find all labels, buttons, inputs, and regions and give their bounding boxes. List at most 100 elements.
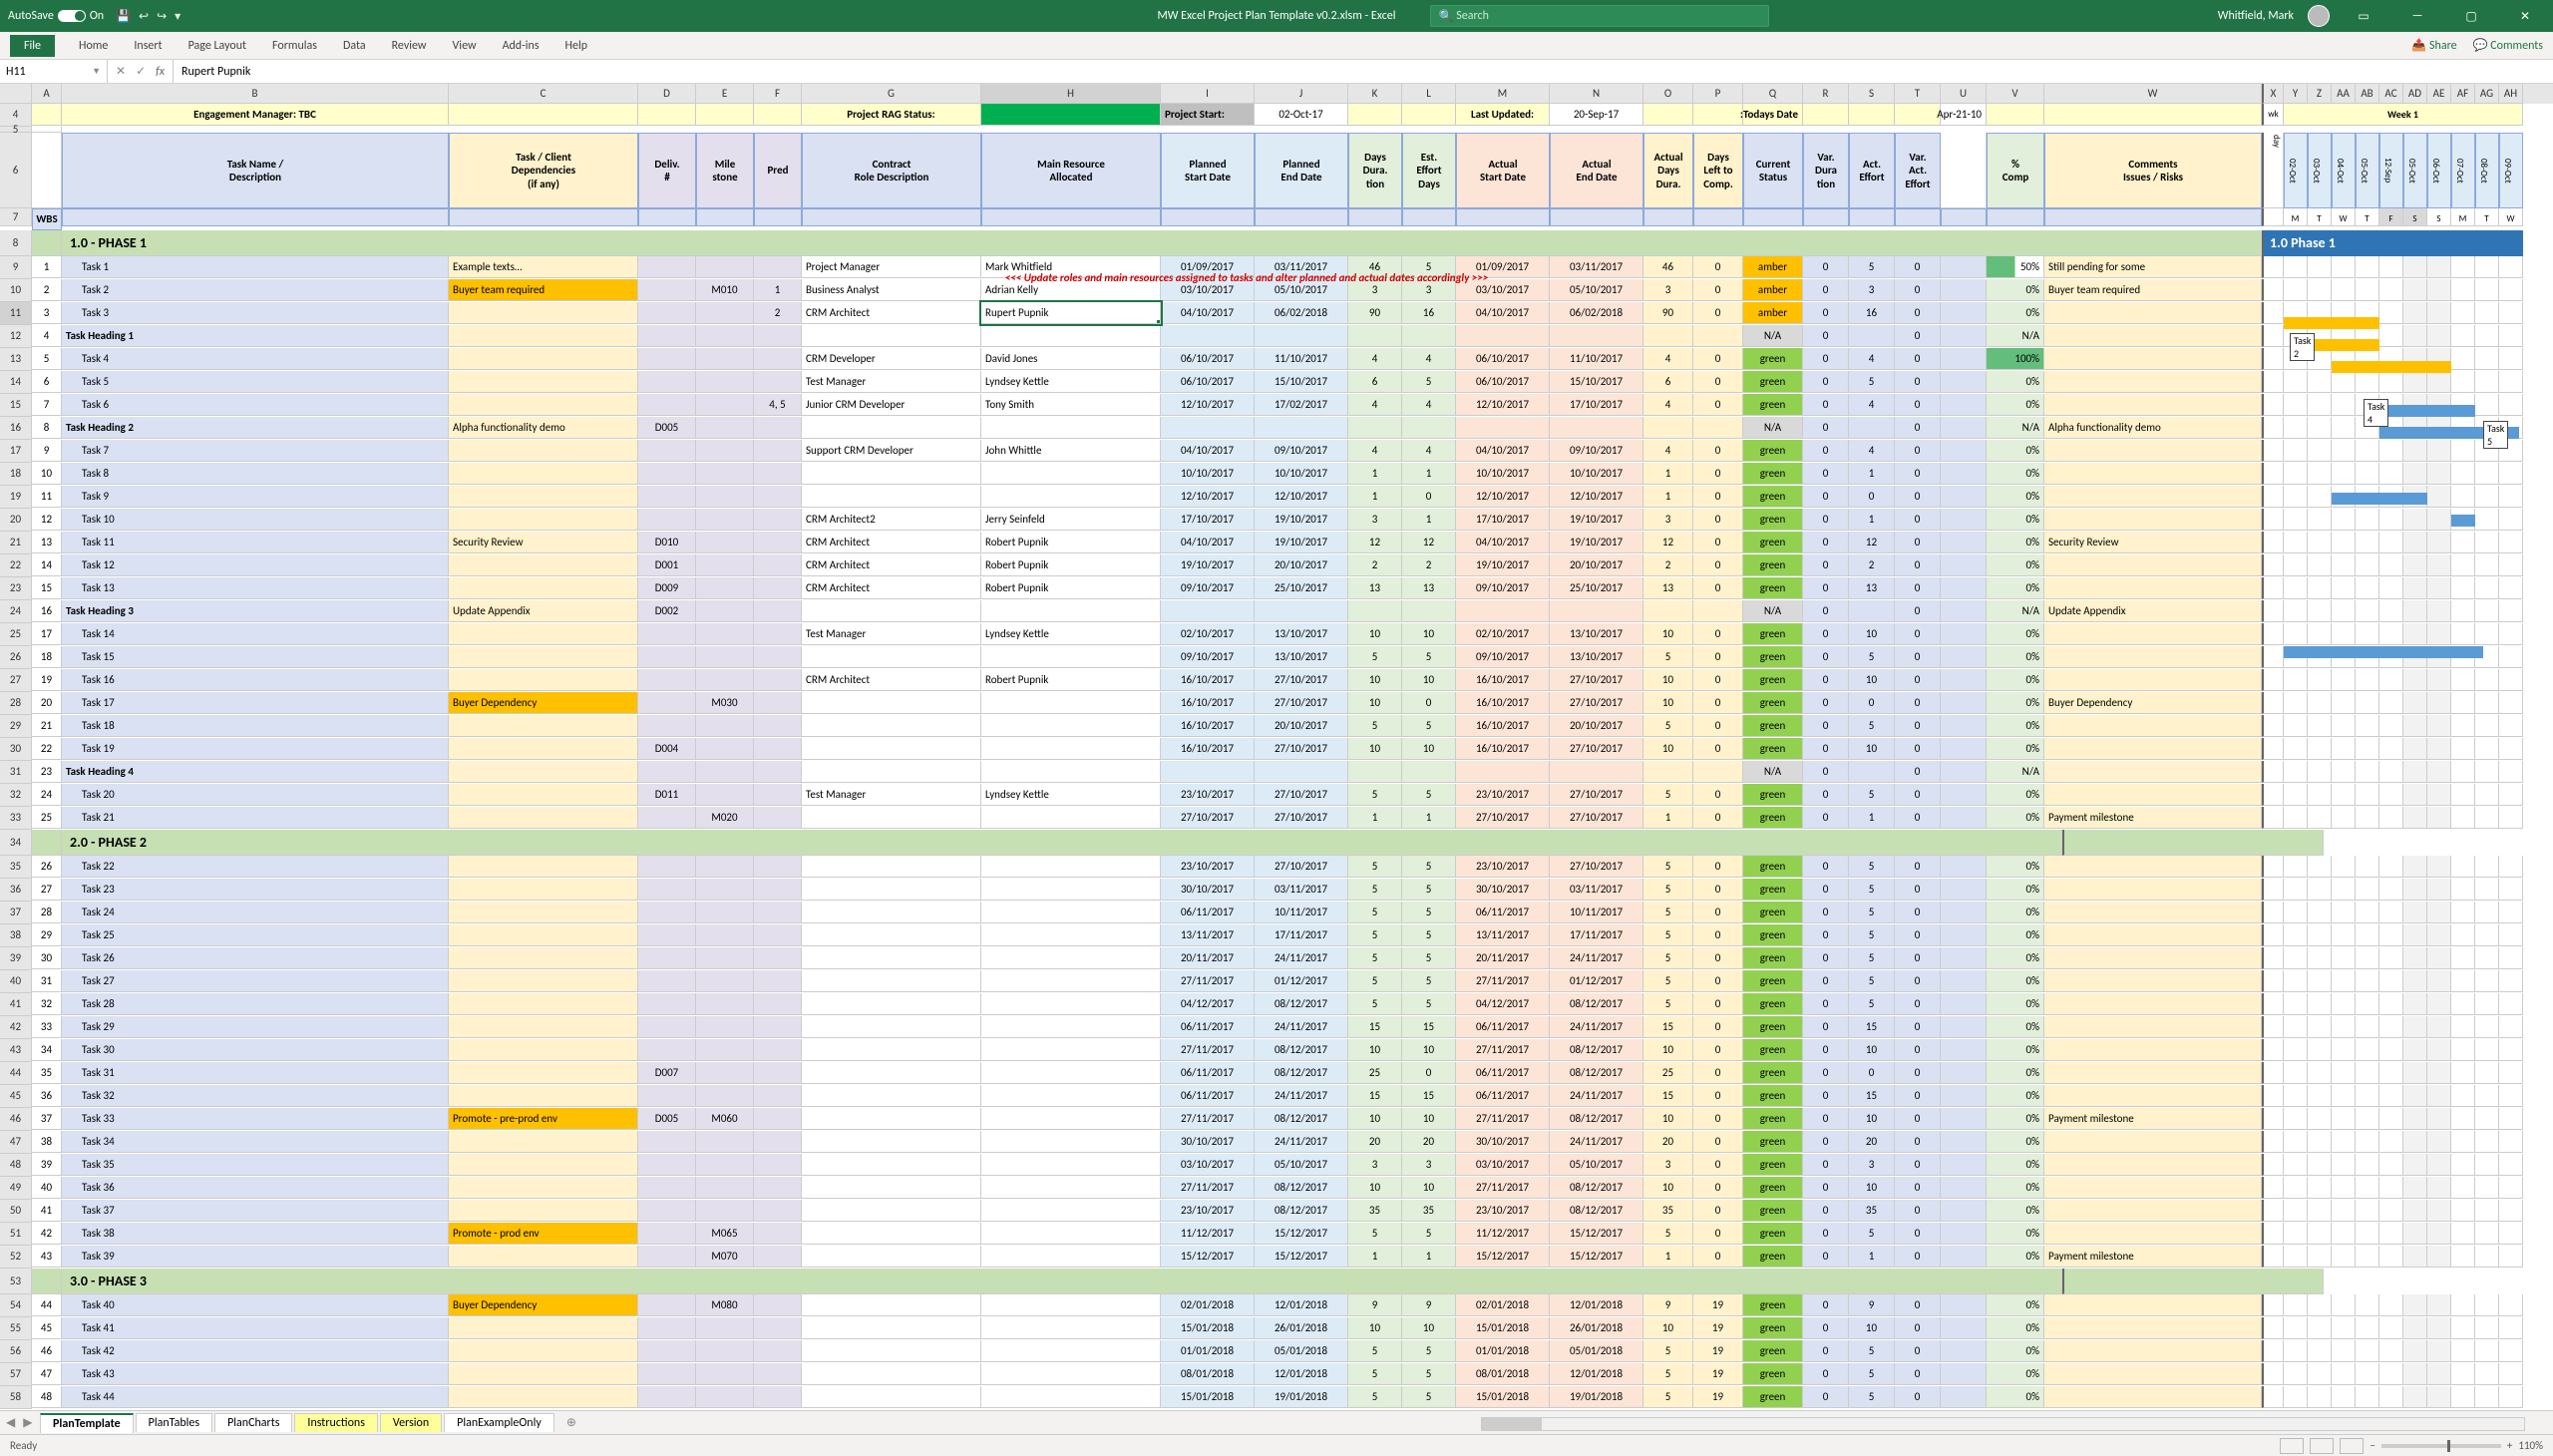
col-W[interactable]: W bbox=[2044, 84, 2262, 104]
cell[interactable]: 0 bbox=[1803, 1317, 1849, 1339]
cell[interactable] bbox=[1456, 600, 1550, 622]
cell[interactable]: 5 bbox=[1348, 715, 1402, 737]
cell[interactable]: 0 bbox=[1803, 738, 1849, 760]
cell[interactable]: 5 bbox=[1849, 1340, 1895, 1362]
cell[interactable] bbox=[2262, 371, 2284, 393]
cell[interactable] bbox=[2475, 692, 2499, 714]
qat-dropdown-icon[interactable]: ▾ bbox=[175, 9, 181, 24]
cell[interactable]: D002 bbox=[638, 600, 696, 622]
cell[interactable] bbox=[2332, 279, 2356, 301]
cell[interactable] bbox=[1941, 692, 1987, 714]
cell[interactable] bbox=[2475, 1108, 2499, 1130]
cell[interactable]: 5 bbox=[1402, 1386, 1456, 1408]
cell[interactable] bbox=[696, 325, 754, 347]
cell[interactable]: 0 bbox=[1693, 302, 1743, 324]
cell[interactable] bbox=[2475, 463, 2499, 485]
cell[interactable] bbox=[2284, 486, 2308, 508]
cell[interactable] bbox=[1987, 104, 2044, 126]
cell[interactable]: 0% bbox=[1987, 1108, 2044, 1130]
cell[interactable]: 5 bbox=[1348, 856, 1402, 878]
cell[interactable]: 0 bbox=[1803, 302, 1849, 324]
cell[interactable] bbox=[638, 970, 696, 992]
cell[interactable]: 5 bbox=[1402, 902, 1456, 923]
cell[interactable] bbox=[802, 1340, 981, 1362]
cell[interactable] bbox=[696, 646, 754, 668]
cell[interactable]: 0% bbox=[1987, 1200, 2044, 1222]
cell[interactable] bbox=[2475, 669, 2499, 691]
cell[interactable] bbox=[802, 325, 981, 347]
cell[interactable] bbox=[2332, 1294, 2356, 1316]
cell[interactable]: 5 bbox=[1849, 784, 1895, 806]
cell[interactable]: 0 bbox=[1895, 1016, 1941, 1038]
cell[interactable] bbox=[2262, 302, 2284, 324]
cell[interactable] bbox=[2451, 669, 2475, 691]
cell[interactable]: 0 bbox=[1895, 715, 1941, 737]
cell[interactable]: 3 bbox=[1348, 1154, 1402, 1176]
cell[interactable] bbox=[2403, 1317, 2427, 1339]
cell[interactable]: 20 bbox=[1849, 1131, 1895, 1153]
cell[interactable] bbox=[2403, 947, 2427, 969]
cell[interactable] bbox=[1643, 325, 1693, 347]
cell[interactable] bbox=[2332, 715, 2356, 737]
cell[interactable]: 0 bbox=[1895, 669, 1941, 691]
cell[interactable]: 16/10/2017 bbox=[1161, 692, 1255, 714]
row-30[interactable]: 30 bbox=[0, 738, 32, 761]
cell[interactable]: 0 bbox=[1895, 646, 1941, 668]
cell[interactable]: 4 bbox=[1348, 440, 1402, 462]
row-23[interactable]: 23 bbox=[0, 577, 32, 600]
cell[interactable]: 0 bbox=[1693, 924, 1743, 946]
cell[interactable]: 0 bbox=[1803, 993, 1849, 1015]
cell[interactable]: Task 6 bbox=[62, 394, 449, 416]
cell[interactable] bbox=[638, 1131, 696, 1153]
cell[interactable] bbox=[2403, 761, 2427, 783]
cell[interactable] bbox=[754, 993, 802, 1015]
cell[interactable] bbox=[2262, 1317, 2284, 1339]
cell[interactable]: Task 30 bbox=[62, 1039, 449, 1061]
cell[interactable] bbox=[2379, 993, 2403, 1015]
cell[interactable]: 0 bbox=[1803, 902, 1849, 923]
cell[interactable]: 4 bbox=[1643, 348, 1693, 370]
cell[interactable] bbox=[2044, 784, 2262, 806]
cell[interactable] bbox=[754, 1039, 802, 1061]
cell[interactable]: 0 bbox=[1693, 1062, 1743, 1084]
cell[interactable]: 06/02/2018 bbox=[1550, 302, 1643, 324]
cell[interactable] bbox=[696, 1386, 754, 1408]
cell[interactable] bbox=[802, 1016, 981, 1038]
cell[interactable] bbox=[2403, 807, 2427, 829]
cell[interactable] bbox=[2427, 1340, 2451, 1362]
cell[interactable]: 10 bbox=[1643, 623, 1693, 645]
cell[interactable]: 5 bbox=[1402, 947, 1456, 969]
cell[interactable]: 5 bbox=[1348, 970, 1402, 992]
cell[interactable]: 13/10/2017 bbox=[1255, 623, 1348, 645]
cell[interactable] bbox=[2379, 1246, 2403, 1268]
cell[interactable]: Task 39 bbox=[62, 1246, 449, 1268]
cell[interactable] bbox=[696, 302, 754, 324]
cell[interactable] bbox=[2475, 1386, 2499, 1408]
cell[interactable]: green bbox=[1743, 692, 1803, 714]
cell[interactable] bbox=[2356, 1246, 2379, 1268]
cell[interactable]: Mark Whitfield bbox=[981, 256, 1161, 278]
cell[interactable]: ActualDaysDura. bbox=[1643, 133, 1693, 208]
cell[interactable] bbox=[638, 924, 696, 946]
cell[interactable] bbox=[2356, 256, 2379, 278]
cell[interactable]: 0 bbox=[1803, 947, 1849, 969]
cell[interactable]: Robert Pupnik bbox=[981, 577, 1161, 599]
col-I[interactable]: I bbox=[1161, 84, 1255, 104]
cell[interactable] bbox=[449, 879, 638, 901]
cell[interactable]: 0% bbox=[1987, 715, 2044, 737]
cell[interactable] bbox=[2284, 463, 2308, 485]
cell[interactable] bbox=[2499, 532, 2523, 553]
cell[interactable] bbox=[2308, 348, 2332, 370]
cell[interactable] bbox=[2044, 623, 2262, 645]
cell[interactable] bbox=[2356, 993, 2379, 1015]
cell[interactable]: 4 bbox=[1348, 348, 1402, 370]
cell[interactable]: 6 bbox=[32, 371, 62, 393]
cell[interactable] bbox=[1941, 348, 1987, 370]
cell[interactable] bbox=[754, 1085, 802, 1107]
cell[interactable] bbox=[2308, 993, 2332, 1015]
cell[interactable]: 12/01/2018 bbox=[1255, 1363, 1348, 1385]
cell[interactable]: 15/10/2017 bbox=[1255, 371, 1348, 393]
cell[interactable] bbox=[981, 924, 1161, 946]
cell[interactable] bbox=[2262, 1085, 2284, 1107]
cell[interactable] bbox=[2403, 1294, 2427, 1316]
